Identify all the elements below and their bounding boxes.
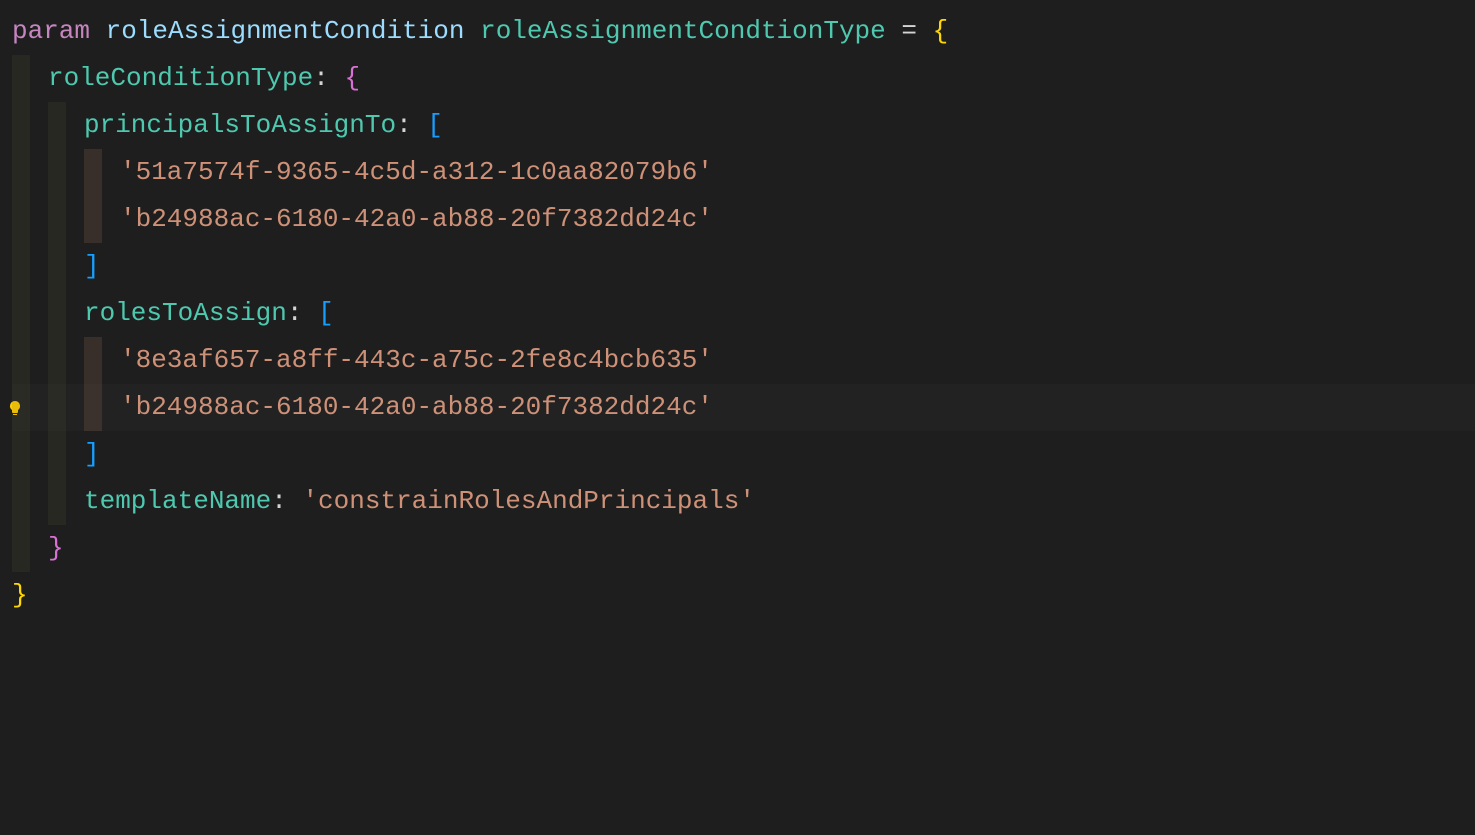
indent-guide [12,337,48,384]
indent-guide [12,243,48,290]
open-bracket: [ [427,102,443,149]
indent-guide [84,384,120,431]
indent-guide [48,149,84,196]
string-literal: '8e3af657-a8ff-443c-a75c-2fe8c4bcb635' [120,337,713,384]
string-literal: 'constrainRolesAndPrincipals' [302,478,754,525]
colon: : [287,290,318,337]
string-literal: 'b24988ac-6180-42a0-ab88-20f7382dd24c' [120,196,713,243]
indent-guide [12,55,48,102]
code-line[interactable]: ] [12,243,1475,290]
indent-guide [48,337,84,384]
indent-guide [12,102,48,149]
code-line[interactable]: rolesToAssign: [ [12,290,1475,337]
indent-guide [48,431,84,478]
close-bracket: ] [84,431,100,478]
colon: : [396,102,427,149]
property-name: roleConditionType [48,55,313,102]
indent-guide [84,337,120,384]
space [90,8,106,55]
indent-guide [12,149,48,196]
close-bracket: ] [84,243,100,290]
code-line[interactable]: param roleAssignmentCondition roleAssign… [12,8,1475,55]
space [464,8,480,55]
open-brace: { [933,8,949,55]
indent-guide [12,478,48,525]
keyword-param: param [12,8,90,55]
code-line[interactable]: roleConditionType: { [12,55,1475,102]
indent-guide [48,196,84,243]
property-name: principalsToAssignTo [84,102,396,149]
indent-guide [48,102,84,149]
close-brace: } [48,525,64,572]
close-brace: } [12,572,28,619]
open-bracket: [ [318,290,334,337]
code-line[interactable]: } [12,525,1475,572]
code-line[interactable]: 'b24988ac-6180-42a0-ab88-20f7382dd24c' [12,196,1475,243]
indent-guide [12,384,48,431]
open-brace: { [344,55,360,102]
indent-guide [48,243,84,290]
code-line[interactable]: '51a7574f-9365-4c5d-a312-1c0aa82079b6' [12,149,1475,196]
property-name: templateName [84,478,271,525]
code-line[interactable]: ] [12,431,1475,478]
variable-name: roleAssignmentCondition [106,8,465,55]
colon: : [313,55,344,102]
string-literal: '51a7574f-9365-4c5d-a312-1c0aa82079b6' [120,149,713,196]
code-editor[interactable]: param roleAssignmentCondition roleAssign… [12,8,1475,619]
indent-guide [48,384,84,431]
string-literal: 'b24988ac-6180-42a0-ab88-20f7382dd24c' [120,384,713,431]
indent-guide [48,478,84,525]
indent-guide [12,431,48,478]
indent-guide [12,196,48,243]
indent-guide [84,149,120,196]
colon: : [271,478,302,525]
code-line-active[interactable]: 'b24988ac-6180-42a0-ab88-20f7382dd24c' [12,384,1475,431]
indent-guide [48,290,84,337]
type-name: roleAssignmentCondtionType [480,8,886,55]
property-name: rolesToAssign [84,290,287,337]
code-line[interactable]: } [12,572,1475,619]
code-line[interactable]: principalsToAssignTo: [ [12,102,1475,149]
code-line[interactable]: templateName: 'constrainRolesAndPrincipa… [12,478,1475,525]
indent-guide [12,290,48,337]
equals: = [886,8,933,55]
code-line[interactable]: '8e3af657-a8ff-443c-a75c-2fe8c4bcb635' [12,337,1475,384]
indent-guide [84,196,120,243]
indent-guide [12,525,48,572]
